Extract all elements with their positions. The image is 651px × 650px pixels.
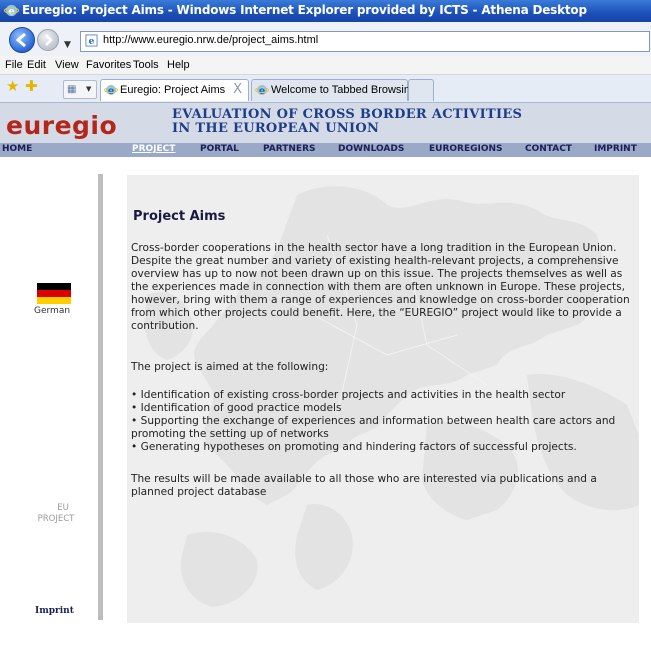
- menu-view[interactable]: View: [55, 59, 79, 71]
- menu-file[interactable]: File: [5, 59, 23, 71]
- eu-project-line1: EU: [57, 503, 69, 513]
- svg-text:e: e: [8, 5, 15, 17]
- history-dropdown-icon[interactable]: ▼: [64, 40, 71, 50]
- tab-label: Welcome to Tabbed Browsing: [271, 84, 417, 96]
- vertical-divider: [98, 174, 103, 620]
- address-bar[interactable]: e http://www.euregio.nrw.de/project_aims…: [80, 31, 650, 52]
- intro-paragraph: Cross-border cooperations in the health …: [131, 242, 630, 332]
- tab-list-arrow-icon[interactable]: ▼: [86, 85, 91, 93]
- eu-project-logo[interactable]: EU PROJECT: [38, 503, 88, 525]
- close-tab-icon[interactable]: X: [233, 82, 242, 97]
- german-flag-icon[interactable]: [37, 283, 71, 304]
- nav-imprint[interactable]: IMPRINT: [594, 144, 637, 154]
- site-title-line1: EVALUATION OF CROSS BORDER ACTIVITIES: [172, 107, 523, 122]
- window-title: Euregio: Project Aims - Windows Internet…: [22, 3, 587, 17]
- favorites-star-icon[interactable]: ★: [6, 79, 19, 94]
- new-tab-button[interactable]: [408, 79, 434, 101]
- window-title-bar: e Euregio: Project Aims - Windows Intern…: [0, 0, 651, 22]
- nav-euroregions[interactable]: EUROREGIONS: [429, 144, 503, 154]
- nav-home[interactable]: HOME: [2, 144, 32, 154]
- address-url[interactable]: http://www.euregio.nrw.de/project_aims.h…: [103, 34, 318, 46]
- list-item: • Generating hypotheses on promoting and…: [131, 441, 577, 453]
- menu-favorites[interactable]: Favorites: [86, 59, 131, 71]
- menu-edit[interactable]: Edit: [27, 59, 46, 71]
- add-favorites-icon[interactable]: ✚: [25, 79, 38, 94]
- ie-page-icon: e: [255, 85, 269, 97]
- nav-project[interactable]: PROJECT: [132, 144, 175, 154]
- ie-logo-icon: e: [4, 4, 19, 17]
- language-label[interactable]: German: [34, 306, 70, 316]
- quick-tabs-icon: ▦: [67, 84, 77, 95]
- nav-portal[interactable]: PORTAL: [200, 144, 239, 154]
- nav-contact[interactable]: CONTACT: [525, 144, 572, 154]
- aims-intro: The project is aimed at the following:: [131, 361, 329, 373]
- results-paragraph: The results will be made available to al…: [131, 473, 597, 498]
- list-item: • Identification of existing cross-borde…: [131, 389, 566, 401]
- forward-button[interactable]: [37, 29, 59, 51]
- aims-list: • Identification of existing cross-borde…: [131, 389, 637, 454]
- main-content: Project Aims Cross-border cooperations i…: [127, 175, 639, 623]
- nav-downloads[interactable]: DOWNLOADS: [338, 144, 404, 154]
- site-logo[interactable]: euregio: [6, 111, 117, 140]
- nav-partners[interactable]: PARTNERS: [263, 144, 316, 154]
- page-heading: Project Aims: [133, 209, 226, 224]
- site-title-line2: IN THE EUROPEAN UNION: [172, 121, 380, 136]
- page-icon: e: [85, 34, 98, 47]
- site-nav: HOME PROJECT PORTAL PARTNERS DOWNLOADS E…: [0, 143, 651, 157]
- tab-label: Euregio: Project Aims: [120, 84, 226, 96]
- list-item: • Supporting the exchange of experiences…: [131, 415, 616, 440]
- tab-welcome[interactable]: e Welcome to Tabbed Browsing: [251, 79, 416, 101]
- ie-page-icon: e: [104, 85, 118, 97]
- left-sidebar: German EU PROJECT Imprint: [0, 157, 100, 650]
- site-header: euregio EVALUATION OF CROSS BORDER ACTIV…: [0, 103, 651, 143]
- sidebar-imprint-link[interactable]: Imprint: [35, 606, 74, 616]
- forward-arrow-icon: [45, 34, 53, 46]
- menu-bar: File Edit View Favorites Tools Help: [0, 56, 651, 75]
- menu-tools[interactable]: Tools: [133, 59, 159, 71]
- eu-project-line2: PROJECT: [37, 514, 75, 524]
- svg-text:e: e: [89, 36, 95, 47]
- list-item: • Identification of good practice models: [131, 402, 342, 414]
- webpage: euregio EVALUATION OF CROSS BORDER ACTIV…: [0, 103, 651, 650]
- back-button[interactable]: [9, 27, 35, 53]
- tab-euregio[interactable]: e Euregio: Project Aims X: [100, 79, 249, 101]
- quick-tabs-button[interactable]: ▦ ▼: [63, 80, 97, 99]
- back-arrow-icon: [15, 32, 26, 48]
- site-title: EVALUATION OF CROSS BORDER ACTIVITIES IN…: [172, 108, 522, 136]
- menu-help[interactable]: Help: [167, 59, 190, 71]
